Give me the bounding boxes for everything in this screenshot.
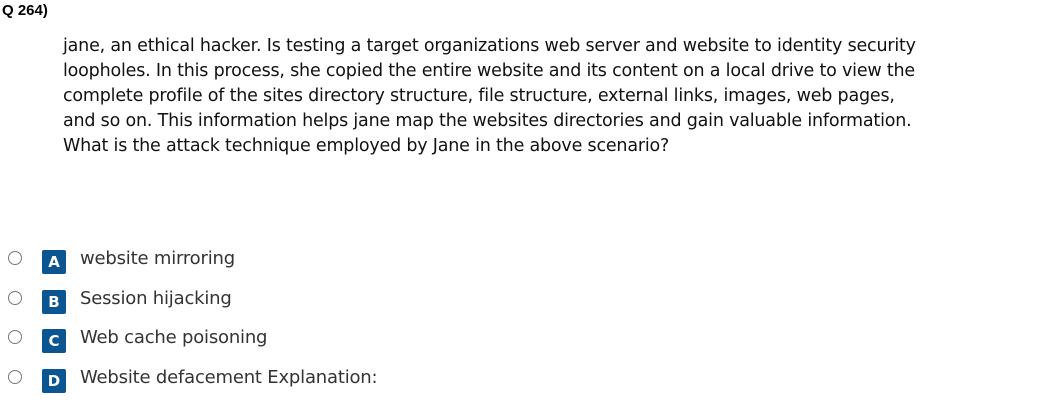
radio-button[interactable]: [8, 330, 22, 344]
radio-button[interactable]: [8, 291, 22, 305]
option-label[interactable]: Website defacement Explanation:: [80, 367, 378, 388]
option-letter-badge: C: [42, 329, 66, 353]
option-letter-badge: B: [42, 290, 66, 314]
option-letter-badge: A: [42, 250, 66, 274]
question-line: and so on. This information helps jane m…: [63, 111, 912, 131]
question-text: jane, an ethical hacker. Is testing a ta…: [63, 34, 916, 159]
radio-button[interactable]: [8, 370, 22, 384]
question-line: complete profile of the sites directory …: [63, 86, 895, 106]
option-letter-badge: D: [42, 369, 66, 393]
option-label[interactable]: website mirroring: [80, 248, 235, 269]
question-line: jane, an ethical hacker. Is testing a ta…: [63, 36, 916, 56]
question-line: loopholes. In this process, she copied t…: [63, 61, 915, 81]
option-label[interactable]: Session hijacking: [80, 288, 232, 309]
question-number: Q 264): [2, 2, 48, 19]
question-line: What is the attack technique employed by…: [63, 136, 670, 156]
radio-button[interactable]: [8, 251, 22, 265]
option-label[interactable]: Web cache poisoning: [80, 327, 267, 348]
